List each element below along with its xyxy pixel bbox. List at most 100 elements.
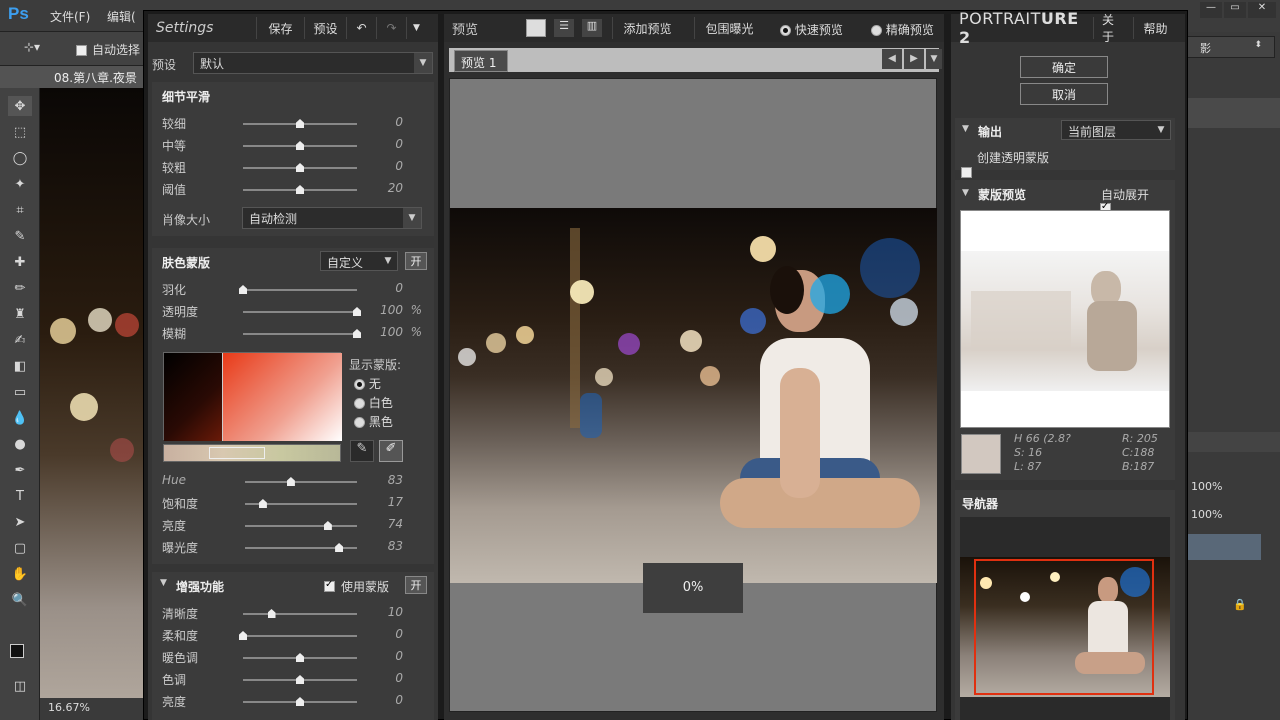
slider-track[interactable] (243, 635, 357, 637)
radio-none[interactable] (354, 379, 365, 390)
collapse-triangle-icon[interactable]: ▼ (160, 578, 167, 588)
minimize-icon[interactable]: — (1200, 2, 1222, 18)
move-icon[interactable]: ✥ (8, 96, 32, 116)
move-tool-icon[interactable]: ⊹▾ (24, 40, 40, 54)
add-preview-button[interactable]: 添加预览 (612, 17, 682, 39)
slider-track[interactable] (243, 311, 357, 313)
healing-brush-icon[interactable]: ✚ (8, 252, 32, 272)
history-brush-icon[interactable]: ✍ (8, 330, 32, 350)
split-horizontal-icon[interactable]: ☰ (554, 19, 574, 37)
document-canvas[interactable] (40, 88, 145, 700)
quick-mask-icon[interactable]: ◫ (8, 676, 32, 696)
layer-opacity-2[interactable]: 100% (1191, 508, 1231, 526)
show-mask-label: 显示蒙版: (349, 358, 402, 372)
menu-file[interactable]: 文件(F) (50, 8, 90, 25)
radio-black[interactable] (354, 417, 365, 428)
path-select-icon[interactable]: ➤ (8, 512, 32, 532)
preview-photo[interactable] (450, 208, 937, 583)
mask-option-black[interactable]: 黑色 (354, 413, 393, 430)
slider-track[interactable] (245, 525, 357, 527)
preset-button[interactable]: 预设 (304, 17, 346, 39)
slider-track[interactable] (243, 333, 357, 335)
hand-icon[interactable]: ✋ (8, 564, 32, 584)
ok-button[interactable]: 确定 (1020, 56, 1108, 78)
undo-icon[interactable]: ↶ (346, 17, 376, 39)
lasso-icon[interactable]: ◯ (8, 148, 32, 168)
maximize-icon[interactable]: ▭ (1224, 2, 1246, 18)
mask-option-white[interactable]: 白色 (354, 394, 393, 411)
eyedropper-icon[interactable]: ✎ (350, 440, 374, 462)
logo-prefix: PORTRAIT (959, 9, 1041, 28)
marquee-icon[interactable]: ⬚ (8, 122, 32, 142)
cancel-button[interactable]: 取消 (1020, 83, 1108, 105)
document-tab-label: 08.第八章.夜景 (54, 71, 137, 85)
about-button[interactable]: 关于 (1093, 13, 1133, 44)
layer-opacity-1[interactable]: 100% (1191, 480, 1231, 498)
rgb-c: C:188 (1122, 446, 1155, 459)
workspace-select[interactable]: 影 ⬍ (1187, 36, 1275, 58)
save-button[interactable]: 保存 (256, 17, 304, 39)
radio-white[interactable] (354, 398, 365, 409)
hsl-h: H 66 (2.8? (1014, 432, 1071, 445)
hsl-l: L: 87 (1014, 460, 1042, 473)
skin-color-picker[interactable] (163, 352, 342, 441)
collapse-triangle-icon[interactable]: ▼ (962, 124, 969, 134)
magic-wand-icon[interactable]: ✦ (8, 174, 32, 194)
redo-icon[interactable]: ↷ (376, 17, 406, 39)
type-icon[interactable]: T (8, 486, 32, 506)
slider-value: 0 (395, 137, 403, 151)
stamp-icon[interactable]: ♜ (8, 304, 32, 324)
preview-tab-1[interactable]: 预览 1 (454, 50, 508, 72)
hue-range-bar[interactable] (163, 444, 341, 462)
brush-icon[interactable]: ✏ (8, 278, 32, 298)
fast-preview-radio[interactable] (780, 25, 791, 36)
bracket-button[interactable]: 包围曝光 (694, 17, 764, 39)
slider-track[interactable] (245, 481, 357, 483)
eyedropper-add-icon[interactable]: ✐ (379, 440, 403, 462)
settings-menu-icon[interactable]: ▼ (406, 17, 426, 39)
layer-row-selected[interactable] (1187, 534, 1261, 560)
mask-option-none[interactable]: 无 (354, 375, 381, 392)
settings-header: Settings 保存 预设 ↶ ↷ ▼ (148, 14, 438, 42)
output-dropdown[interactable]: 当前图层 ▼ (1061, 120, 1171, 140)
portrait-size-dropdown[interactable]: 自动检测 ▼ (242, 207, 422, 229)
menu-edit[interactable]: 编辑( (107, 8, 136, 25)
dodge-icon[interactable]: ● (8, 434, 32, 454)
preset-dropdown[interactable]: 默认 ▼ (193, 52, 433, 74)
foreground-color-swatch[interactable] (10, 644, 24, 658)
slider-track[interactable] (243, 289, 357, 291)
mask-option-black-label: 黑色 (368, 415, 393, 429)
shape-icon[interactable]: ▢ (8, 538, 32, 558)
zoom-status[interactable]: 16.67% (40, 698, 145, 720)
collapse-triangle-icon[interactable]: ▼ (962, 188, 969, 198)
create-mask-checkbox[interactable] (961, 167, 972, 178)
help-button[interactable]: 帮助 (1133, 17, 1177, 39)
single-view-icon[interactable] (526, 19, 546, 37)
skin-mask-toggle[interactable]: 开 (405, 252, 427, 270)
crop-icon[interactable]: ⌗ (8, 200, 32, 220)
tabs-menu-icon[interactable]: ▼ (926, 49, 942, 69)
close-icon[interactable]: ✕ (1248, 2, 1276, 18)
slider-unit: % (410, 303, 422, 317)
eyedropper-icon[interactable]: ✎ (8, 226, 32, 246)
accurate-preview-option[interactable]: 精确预览 (871, 21, 934, 38)
enhance-toggle[interactable]: 开 (405, 576, 427, 594)
auto-select-checkbox[interactable] (76, 45, 87, 56)
navigator-view[interactable] (960, 517, 1170, 720)
gradient-icon[interactable]: ▭ (8, 382, 32, 402)
next-tab-icon[interactable]: ▶ (904, 49, 924, 69)
mask-preview-image[interactable] (960, 210, 1170, 428)
eraser-icon[interactable]: ◧ (8, 356, 32, 376)
skin-mode-dropdown[interactable]: 自定义 ▼ (320, 251, 398, 271)
document-tab[interactable]: 08.第八章.夜景 (0, 66, 145, 88)
fast-preview-option[interactable]: 快速预览 (780, 21, 843, 38)
zoom-icon[interactable]: 🔍 (8, 590, 32, 610)
blur-icon[interactable]: 💧 (8, 408, 32, 428)
navigator-viewport-rect[interactable] (974, 559, 1154, 695)
slider-track[interactable] (243, 613, 357, 615)
use-mask-checkbox[interactable] (324, 579, 335, 592)
prev-tab-icon[interactable]: ◀ (882, 49, 902, 69)
split-vertical-icon[interactable]: ▥ (582, 19, 602, 37)
accurate-preview-radio[interactable] (871, 25, 882, 36)
pen-icon[interactable]: ✒ (8, 460, 32, 480)
